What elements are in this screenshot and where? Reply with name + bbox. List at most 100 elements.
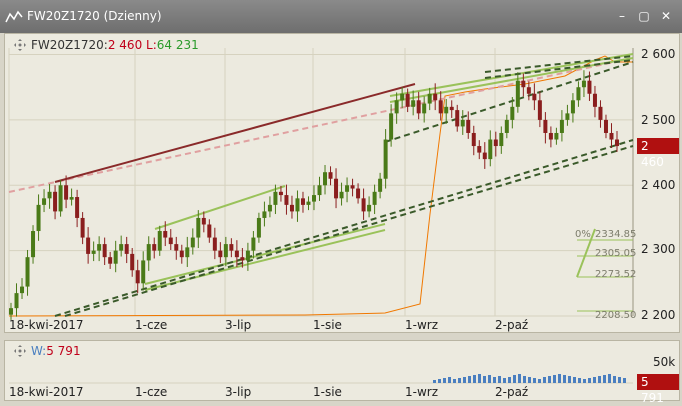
candle-body	[378, 178, 383, 192]
volume-bar	[578, 378, 581, 383]
candle-body	[526, 87, 531, 94]
candle-body	[284, 195, 289, 205]
volume-bar	[593, 377, 596, 383]
candle-body	[223, 244, 228, 258]
candle-body	[47, 191, 52, 199]
candle-body	[25, 257, 30, 287]
candle-body	[466, 119, 471, 133]
candle-body	[146, 244, 151, 261]
volume-bar	[453, 379, 456, 383]
volume-bar	[563, 375, 566, 383]
window-title: FW20Z1720 (Dzienny)	[27, 9, 162, 23]
volume-panel[interactable]: W:5 791 50k 5 791 18-kwi-2017 1-cze 3-li…	[4, 340, 680, 405]
candle-body	[345, 185, 350, 192]
volume-chart-canvas[interactable]	[5, 341, 679, 400]
fib-label-3: 2273.52	[595, 269, 637, 280]
candle-body	[124, 244, 129, 254]
candle-body	[141, 260, 146, 284]
volume-bar	[503, 378, 506, 383]
volume-bar	[598, 376, 601, 383]
candle-body	[389, 113, 394, 140]
candle-body	[97, 244, 102, 251]
fib-label-0: 0%	[575, 229, 591, 240]
price-chart-panel[interactable]: FW20Z1720:2 460 L:64 231 2 600 2 500 2 4…	[4, 33, 680, 333]
candle-body	[152, 244, 157, 251]
volume-bar	[433, 380, 436, 383]
volume-bar	[448, 377, 451, 383]
candle-body	[537, 100, 542, 120]
candle-body	[196, 217, 201, 238]
candle-body	[422, 103, 427, 114]
maximize-button[interactable]: ▢	[636, 8, 652, 24]
candle-body	[400, 93, 405, 101]
candle-body	[587, 80, 592, 94]
x-label-5: 2-paź	[495, 318, 529, 332]
price-chart-canvas[interactable]	[5, 34, 679, 332]
volume-bar	[588, 378, 591, 383]
candle-body	[36, 204, 41, 232]
candle-body	[20, 286, 25, 294]
candle-body	[449, 106, 454, 111]
volume-bar	[583, 379, 586, 383]
volume-bar	[568, 376, 571, 383]
candle-body	[405, 93, 410, 107]
candle-body	[69, 197, 74, 200]
volume-axis-label: 50k	[653, 355, 676, 369]
candle-body	[256, 217, 261, 238]
candle-body	[510, 106, 515, 120]
volume-bar	[548, 376, 551, 383]
candle-body	[460, 119, 465, 127]
candle-body	[273, 191, 278, 205]
candle-body	[515, 80, 520, 107]
candle-body	[592, 93, 597, 107]
candle-body	[168, 237, 173, 245]
window-titlebar: FW20Z1720 (Dzienny) – ▢ ✕	[0, 0, 682, 33]
candle-body	[86, 237, 91, 254]
candle-body	[334, 178, 339, 199]
candle-body	[234, 250, 239, 258]
candle-body	[218, 250, 223, 258]
x-label-2: 3-lip	[225, 318, 252, 332]
close-button[interactable]: ✕	[658, 8, 674, 24]
volume-bar	[553, 375, 556, 383]
candle-body	[570, 100, 575, 114]
vol-x-label-3: 1-sie	[313, 385, 342, 399]
candle-body	[201, 217, 206, 225]
volume-bar	[488, 375, 491, 383]
volume-bar	[473, 375, 476, 383]
dashed-support-line	[54, 139, 634, 317]
volume-bar	[573, 377, 576, 383]
candle-body	[108, 257, 113, 264]
candle-body	[455, 110, 460, 127]
x-label-3: 1-sie	[313, 318, 342, 332]
candle-body	[576, 87, 581, 101]
candle-body	[493, 139, 498, 147]
volume-bar	[493, 377, 496, 383]
vol-x-label-4: 1-wrz	[405, 385, 439, 399]
candle-body	[42, 198, 47, 205]
candle-body	[130, 253, 135, 271]
candle-body	[267, 204, 272, 212]
candle-body	[367, 204, 372, 212]
candle-body	[14, 293, 19, 309]
volume-bar	[508, 377, 511, 383]
volume-bar	[518, 374, 521, 383]
candle-body	[609, 132, 614, 140]
candle-body	[504, 119, 509, 133]
candle-body	[521, 80, 526, 88]
candle-body	[416, 100, 421, 114]
candle-body	[559, 119, 564, 133]
candle-body	[58, 185, 63, 212]
candle-body	[361, 198, 366, 212]
volume-bar	[608, 374, 611, 383]
candle-body	[543, 119, 548, 133]
minimize-button[interactable]: –	[614, 8, 630, 24]
red-trendline	[54, 83, 416, 183]
volume-bar	[438, 379, 441, 383]
x-label-1: 1-cze	[135, 318, 168, 332]
volume-bar	[618, 377, 621, 383]
candle-body	[581, 80, 586, 88]
vol-x-label-5: 2-paź	[495, 385, 529, 399]
candle-body	[212, 237, 217, 251]
candle-body	[433, 93, 438, 101]
